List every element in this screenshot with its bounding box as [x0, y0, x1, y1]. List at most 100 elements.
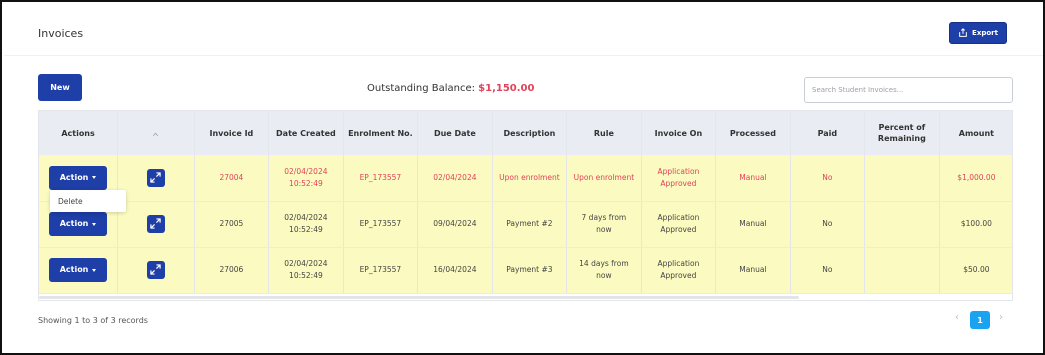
sort-up-icon [153, 132, 159, 136]
action-button[interactable]: Action [49, 258, 108, 282]
horizontal-scrollbar[interactable] [39, 296, 799, 299]
export-icon [959, 28, 967, 37]
search-input[interactable] [804, 77, 1013, 103]
cell-amount: $100.00 [939, 201, 1012, 248]
table-row: Action 27004 02/04/2024 10:52:49 EP_1735… [39, 155, 1012, 202]
cell-rule: 7 days from now [566, 201, 642, 248]
table-row: Action 27006 02/04/2024 10:52:49 EP_1735… [39, 247, 1012, 294]
pagination-page-1[interactable]: 1 [970, 311, 990, 329]
date-line: 02/04/2024 [284, 166, 328, 176]
cell-invoice-on: Application Approved [641, 201, 717, 248]
cell-rule: 14 days from now [566, 247, 642, 294]
col-header-rule[interactable]: Rule [566, 111, 642, 155]
cell-paid: No [790, 247, 866, 294]
cell-date-created: 02/04/2024 10:52:49 [268, 201, 344, 248]
page-title: Invoices [38, 27, 84, 40]
invoice-on-line-2: Approved [660, 225, 697, 234]
invoices-table: Actions Invoice Id Date Created Enrolmen… [38, 110, 1013, 301]
action-label: Action [59, 265, 89, 274]
new-button[interactable]: New [38, 74, 82, 101]
time-line: 10:52:49 [289, 178, 323, 188]
cell-description: Upon enrolment [492, 155, 568, 202]
cell-date-created: 02/04/2024 10:52:49 [268, 247, 344, 294]
col-header-amount[interactable]: Amount [939, 111, 1012, 155]
expand-button[interactable] [146, 214, 165, 233]
cell-enrolment-no: EP_173557 [343, 155, 419, 202]
time-line: 10:52:49 [289, 225, 323, 234]
action-button[interactable]: Action [49, 165, 108, 190]
outstanding-balance: Outstanding Balance: $1,150.00 [367, 83, 534, 94]
cell-due-date: 02/04/2024 [417, 155, 493, 202]
expand-cell [117, 155, 195, 202]
cell-due-date: 16/04/2024 [417, 247, 493, 294]
cell-invoice-on: Application Approved [641, 155, 717, 202]
export-label: Export [972, 29, 998, 37]
col-header-invoice-on[interactable]: Invoice On [641, 111, 717, 155]
invoice-on-line-2: Approved [660, 271, 697, 280]
action-dropdown-menu: Delete [50, 190, 126, 212]
cell-invoice-id: 27006 [194, 247, 270, 294]
col-header-processed[interactable]: Processed [715, 111, 791, 155]
table-header-row: Actions Invoice Id Date Created Enrolmen… [39, 111, 1012, 155]
col-header-enrolment-no[interactable]: Enrolment No. [343, 111, 419, 155]
expand-button[interactable] [146, 260, 165, 279]
cell-processed: Manual [715, 155, 791, 202]
cell-description: Payment #2 [492, 201, 568, 248]
cell-paid: No [790, 201, 866, 248]
col-header-date-created[interactable]: Date Created [268, 111, 344, 155]
records-count: Showing 1 to 3 of 3 records [38, 316, 148, 325]
rule-line-2: now [596, 271, 612, 280]
caret-down-icon [92, 268, 97, 272]
action-label: Action [59, 219, 89, 228]
cell-invoice-on: Application Approved [641, 247, 717, 294]
cell-percent-remaining [864, 247, 940, 294]
cell-enrolment-no: EP_173557 [343, 201, 419, 248]
cell-percent-remaining [864, 155, 940, 202]
cell-date-created: 02/04/2024 10:52:49 [268, 155, 344, 202]
col-header-due-date[interactable]: Due Date [417, 111, 493, 155]
cell-due-date: 09/04/2024 [417, 201, 493, 248]
caret-down-icon [92, 222, 97, 226]
expand-icon [150, 218, 162, 229]
expand-cell [117, 201, 195, 248]
col-header-sort[interactable] [117, 111, 195, 155]
cell-percent-remaining [864, 201, 940, 248]
actions-cell: Action [39, 247, 119, 294]
col-header-paid[interactable]: Paid [790, 111, 866, 155]
time-line: 10:52:49 [289, 271, 323, 280]
cell-invoice-id: 27005 [194, 201, 270, 248]
expand-button[interactable] [146, 168, 165, 187]
cell-amount: $1,000.00 [939, 155, 1012, 202]
cell-processed: Manual [715, 247, 791, 294]
export-button[interactable]: Export [949, 22, 1007, 44]
expand-cell [117, 247, 195, 294]
table-row: Action 27005 02/04/2024 10:52:49 EP_1735… [39, 201, 1012, 248]
date-line: 02/04/2024 [284, 213, 328, 222]
invoice-on-line: Application [657, 166, 700, 176]
rule-line: 14 days from [579, 259, 629, 268]
cell-enrolment-no: EP_173557 [343, 247, 419, 294]
action-label: Action [59, 172, 89, 182]
action-button[interactable]: Action [49, 212, 108, 236]
cell-rule: Upon enrolment [566, 155, 642, 202]
pagination-next-button[interactable]: › [999, 312, 1003, 323]
pagination-prev-button[interactable]: ‹ [955, 312, 959, 323]
col-header-percent-remaining[interactable]: Percent of Remaining [864, 111, 940, 155]
cell-paid: No [790, 155, 866, 202]
balance-amount: $1,150.00 [478, 83, 535, 94]
invoice-on-line-2: Approved [660, 178, 697, 188]
col-header-invoice-id[interactable]: Invoice Id [194, 111, 270, 155]
caret-down-icon [92, 176, 97, 180]
dropdown-item-delete[interactable]: Delete [58, 197, 126, 206]
rule-line-2: now [596, 225, 612, 234]
cell-amount: $50.00 [939, 247, 1012, 294]
date-line: 02/04/2024 [284, 259, 328, 268]
app-frame: Invoices Export New Outstanding Balance:… [0, 0, 1045, 355]
col-header-description[interactable]: Description [492, 111, 568, 155]
col-header-actions: Actions [39, 111, 119, 155]
cell-processed: Manual [715, 201, 791, 248]
page-header: Invoices Export [4, 4, 1043, 56]
balance-label: Outstanding Balance: [367, 83, 475, 94]
expand-icon [150, 172, 162, 183]
cell-description: Payment #3 [492, 247, 568, 294]
